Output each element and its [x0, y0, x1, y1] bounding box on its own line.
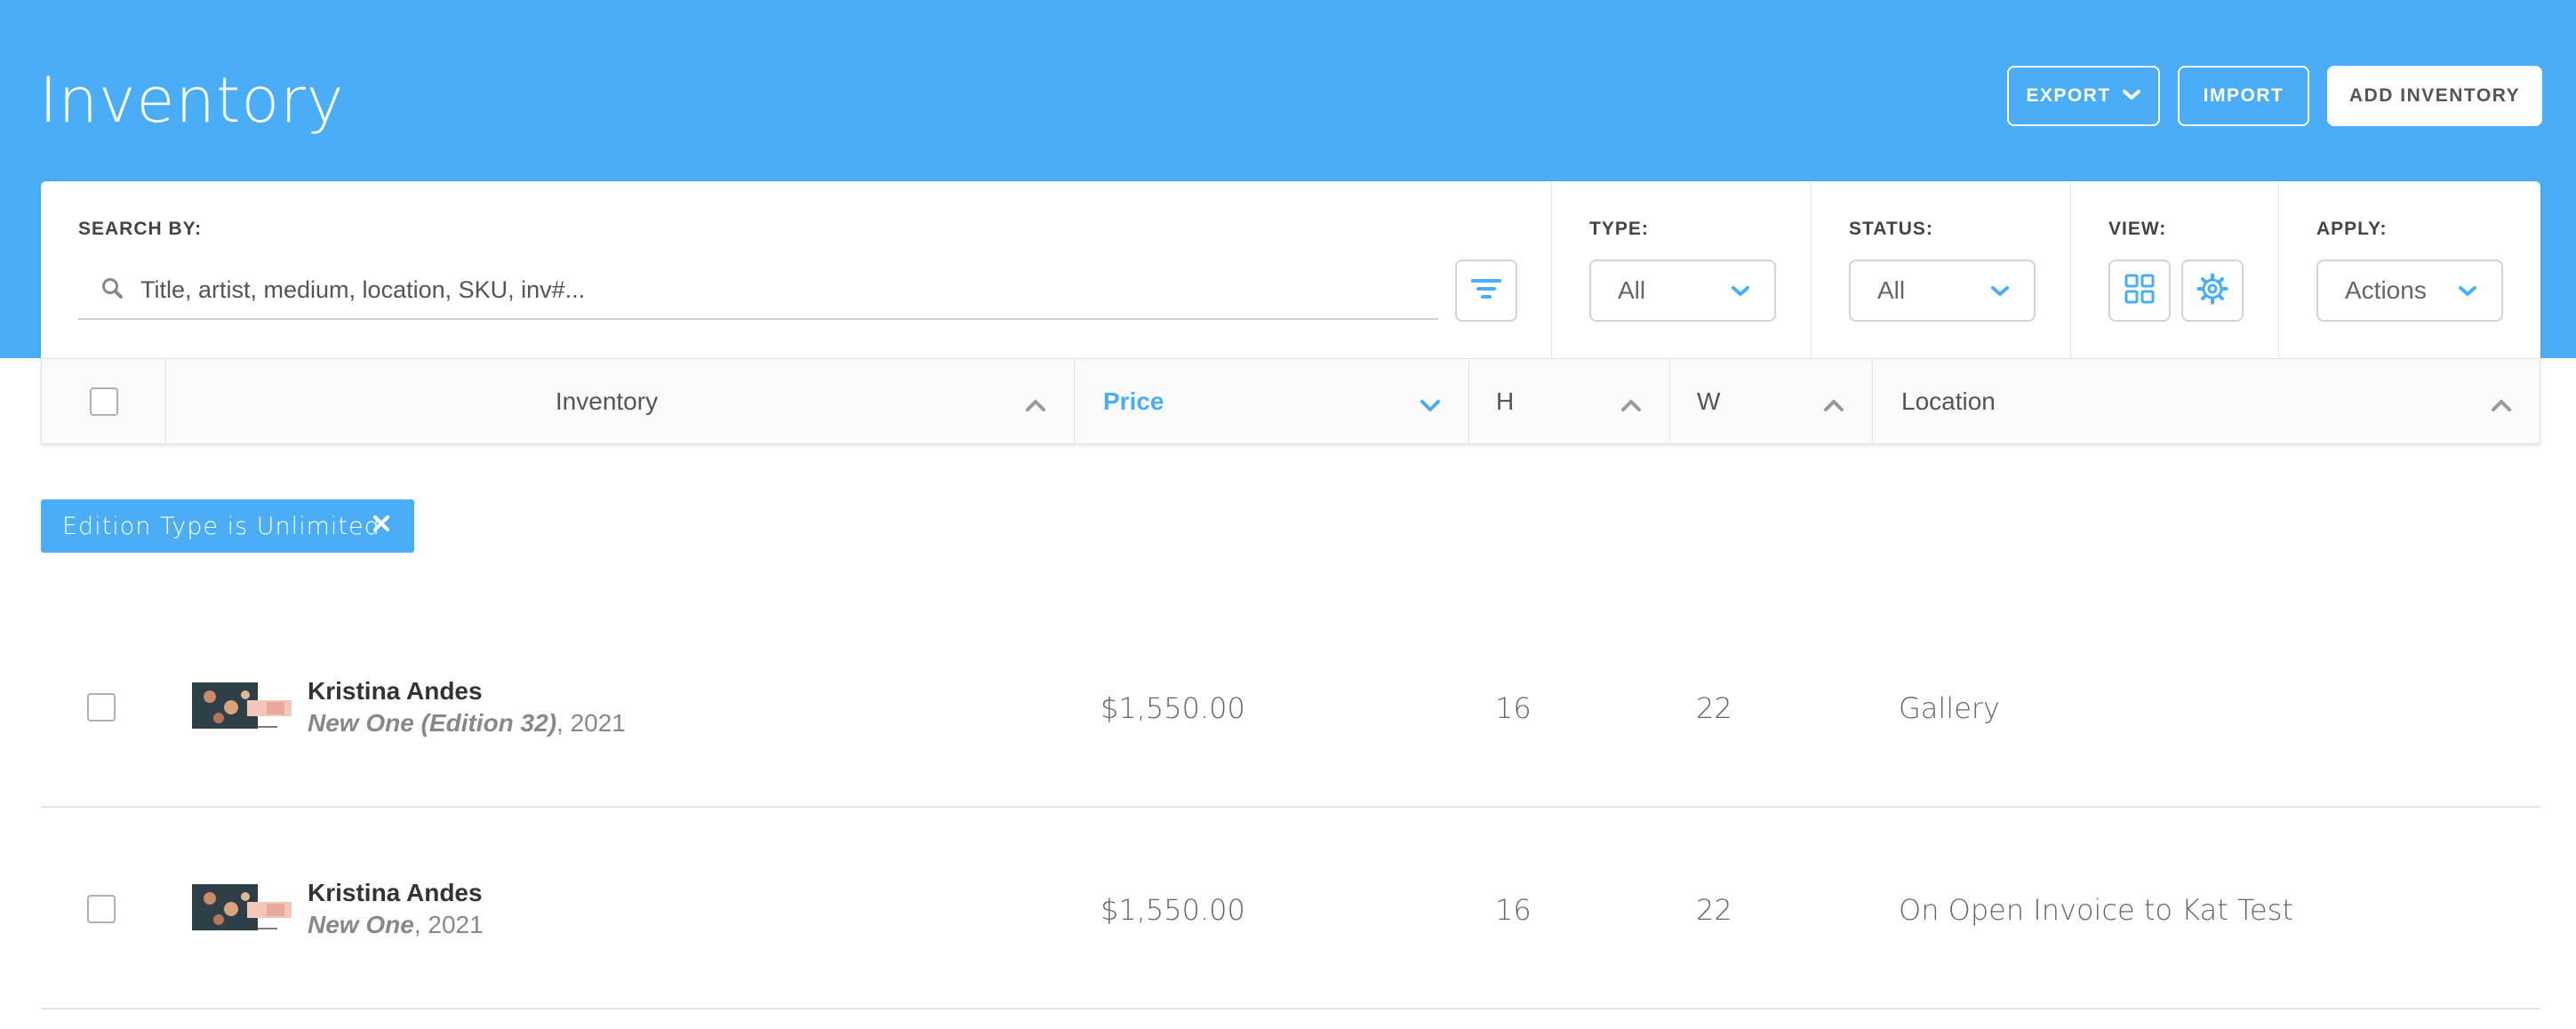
search-input[interactable]: [140, 275, 1438, 304]
type-select[interactable]: All: [1589, 259, 1776, 322]
artwork-thumbnail[interactable]: [192, 884, 292, 934]
page-title: Inventory: [39, 64, 345, 137]
artist-name[interactable]: Kristina Andes: [308, 879, 483, 907]
import-button[interactable]: IMPORT: [2178, 66, 2309, 126]
status-select[interactable]: All: [1849, 259, 2036, 322]
type-label: TYPE:: [1589, 219, 1649, 239]
type-section: TYPE: All: [1552, 181, 1812, 359]
chevron-down-icon: [1419, 391, 1442, 419]
row-checkbox[interactable]: [87, 693, 116, 722]
export-button[interactable]: EXPORT: [2007, 66, 2160, 126]
chevron-down-icon: [1730, 276, 1751, 305]
chevron-down-icon: [2122, 85, 2141, 107]
active-filter-label: Edition Type is Unlimited: [62, 512, 380, 540]
row-checkbox[interactable]: [87, 895, 116, 923]
table-header: Inventory Price H W Location: [41, 358, 2540, 444]
row-width: 22: [1696, 691, 1732, 725]
add-inventory-button[interactable]: ADD INVENTORY: [2327, 66, 2542, 126]
column-h[interactable]: H: [1469, 359, 1670, 443]
status-section: STATUS: All: [1812, 181, 2071, 359]
grid-view-icon: [2124, 273, 2156, 309]
view-label: VIEW:: [2108, 219, 2167, 239]
apply-actions-select[interactable]: Actions: [2316, 259, 2503, 322]
column-h-label: H: [1496, 387, 1515, 415]
search-icon: [96, 272, 132, 307]
row-height: 16: [1495, 893, 1532, 927]
apply-section: APPLY: Actions: [2279, 181, 2540, 359]
chevron-up-icon: [1822, 391, 1845, 419]
search-label: SEARCH BY:: [78, 219, 203, 239]
chevron-up-icon: [1024, 391, 1047, 419]
view-section: VIEW:: [2071, 181, 2279, 359]
artwork-title-year: New One, 2021: [308, 911, 484, 939]
artist-name[interactable]: Kristina Andes: [308, 677, 483, 706]
chevron-up-icon: [1620, 391, 1643, 419]
chevron-down-icon: [2457, 276, 2478, 305]
table-row[interactable]: Kristina Andes New One (Edition 32), 202…: [41, 606, 2540, 808]
column-w[interactable]: W: [1670, 359, 1873, 443]
artwork-title-year: New One (Edition 32), 2021: [308, 709, 626, 738]
select-all-cell: [42, 359, 166, 443]
apply-value: Actions: [2345, 276, 2427, 304]
chevron-down-icon: [1989, 276, 2011, 305]
column-price-label: Price: [1103, 387, 1164, 415]
row-price: $1,550.00: [1100, 893, 1245, 927]
chevron-up-icon: [2490, 391, 2513, 419]
select-all-checkbox[interactable]: [89, 387, 118, 416]
artwork-title: New One: [308, 911, 414, 938]
search-section: SEARCH BY:: [41, 181, 1552, 359]
type-value: All: [1618, 276, 1646, 304]
filter-icon: [1470, 275, 1502, 307]
artwork-year: , 2021: [556, 709, 626, 737]
status-label: STATUS:: [1849, 219, 1933, 239]
row-location: On Open Invoice to Kat Test: [1899, 893, 2293, 927]
status-value: All: [1877, 276, 1906, 304]
filter-panel: SEARCH BY: TYPE: All STATUS: All: [41, 181, 2540, 359]
column-inventory[interactable]: Inventory: [166, 359, 1075, 443]
export-label: EXPORT: [2026, 85, 2111, 106]
close-icon[interactable]: [368, 510, 395, 543]
search-field[interactable]: [78, 261, 1438, 320]
column-inventory-label: Inventory: [555, 387, 659, 415]
gear-icon: [2196, 272, 2229, 310]
table-row[interactable]: Kristina Andes New One, 2021 $1,550.00 1…: [41, 808, 2540, 1009]
column-location-label: Location: [1901, 387, 1996, 415]
artwork-thumbnail[interactable]: [192, 682, 292, 732]
artwork-year: , 2021: [413, 911, 484, 938]
column-price[interactable]: Price: [1075, 359, 1469, 443]
apply-label: APPLY:: [2316, 219, 2388, 239]
row-height: 16: [1495, 691, 1532, 725]
row-price: $1,550.00: [1100, 691, 1245, 725]
row-width: 22: [1696, 893, 1732, 927]
column-w-label: W: [1697, 387, 1721, 415]
filter-button[interactable]: [1455, 259, 1517, 322]
view-settings-button[interactable]: [2181, 259, 2244, 322]
column-location[interactable]: Location: [1873, 359, 2540, 443]
row-location: Gallery: [1899, 691, 2000, 725]
artwork-title: New One (Edition 32): [308, 709, 557, 737]
active-filter-chip: Edition Type is Unlimited: [41, 499, 414, 553]
grid-view-button[interactable]: [2108, 259, 2171, 322]
